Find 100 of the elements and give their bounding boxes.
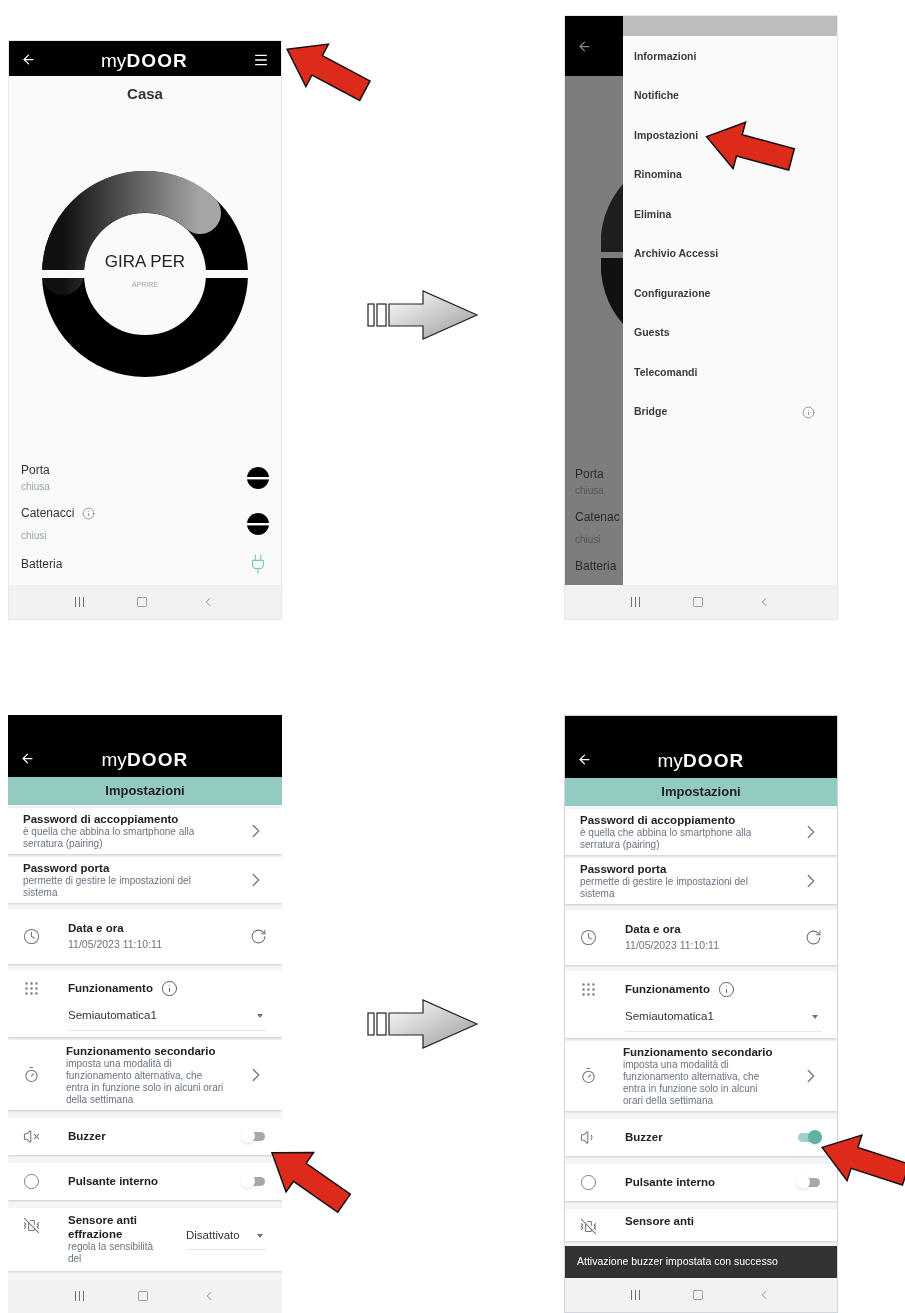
- app-logo: myDOOR: [101, 51, 188, 70]
- setting-title: Funzionamento: [68, 981, 153, 996]
- circle-icon: [580, 1173, 597, 1191]
- settings-card[interactable]: Data e ora 11/05/2023 11:10:11: [565, 910, 837, 965]
- vibration-off-icon: [580, 1218, 597, 1235]
- settings-card[interactable]: Password di accoppiamento è quella che abbina lo smartphone alla serratura (pairing): [565, 809, 837, 855]
- recent-apps-icon[interactable]: [631, 597, 641, 607]
- setting-title: Password di accoppiamento: [580, 813, 737, 827]
- menu-item[interactable]: Rinomina: [634, 167, 682, 184]
- status-label: Catenac: [575, 509, 621, 526]
- setting-title: Password porta: [580, 862, 668, 876]
- setting-description: imposta una modalità di funzionamento alternativa, che entra in funzione solo in alcuni orari della settimana: [66, 1057, 225, 1106]
- setting-description: permette di gestire le impostazioni del sistema: [580, 876, 749, 900]
- recent-apps-icon[interactable]: [74, 1291, 84, 1301]
- setting-title: Funzionamento: [625, 982, 710, 997]
- vibration-off-icon: [23, 1217, 40, 1234]
- menu-item[interactable]: Elimina: [634, 206, 672, 223]
- home-icon[interactable]: [136, 596, 149, 608]
- settings-card[interactable]: Data e ora 11/05/2023 11:10:11: [8, 909, 282, 964]
- recent-apps-icon[interactable]: [631, 1290, 641, 1300]
- setting-title: Sensore anti: [625, 1214, 696, 1228]
- caret-icon: [257, 1013, 263, 1018]
- dropdown-field[interactable]: Semiautomatica1: [625, 1008, 822, 1032]
- dropdown-field[interactable]: Semiautomatica1: [68, 1007, 267, 1031]
- dial-ring-drawing[interactable]: [42, 170, 248, 377]
- status-label: Batteria: [575, 558, 618, 575]
- setting-title: Pulsante interno: [625, 1174, 717, 1190]
- menu-item[interactable]: Telecomandi: [634, 364, 698, 381]
- setting-title: Buzzer: [625, 1129, 664, 1145]
- screen-title: Casa: [126, 84, 164, 104]
- timer-icon: [580, 1067, 597, 1084]
- app-logo: myDOOR: [101, 750, 189, 769]
- setting-title: Data e ora: [625, 922, 682, 937]
- clock-icon: [580, 929, 597, 946]
- setting-title: Sensore anti effrazione: [68, 1213, 139, 1241]
- status-label: Batteria: [21, 556, 63, 573]
- menu-item[interactable]: Configurazione: [634, 285, 711, 302]
- settings-card[interactable]: Funzionamento secondario imposta una modalità di funzionamento alternativa, che entra in funzione solo in alcuni orari della settimana: [8, 1039, 282, 1110]
- toggle-switch[interactable]: [241, 1174, 267, 1189]
- setting-value: 11/05/2023 11:10:11: [625, 938, 720, 954]
- status-label: Catenacci: [21, 505, 75, 522]
- menu-item[interactable]: Impostazioni: [634, 127, 699, 144]
- home-icon[interactable]: [692, 596, 705, 608]
- setting-title: Funzionamento secondario: [623, 1044, 774, 1059]
- setting-description: è quella che abbina lo smartphone alla serratura (pairing): [580, 827, 753, 851]
- toggle-switch[interactable]: [796, 1130, 822, 1145]
- setting-title: Buzzer: [68, 1128, 107, 1144]
- flow-arrow-icon: [367, 290, 479, 340]
- setting-title: Funzionamento secondario: [66, 1043, 217, 1058]
- menu-item[interactable]: Archivio Accessi: [634, 246, 719, 263]
- info-icon[interactable]: [802, 405, 815, 419]
- setting-title: Password di accoppiamento: [23, 812, 180, 826]
- refresh-icon[interactable]: [250, 928, 267, 945]
- menu-item[interactable]: Bridge: [634, 404, 668, 421]
- home-icon[interactable]: [136, 1290, 149, 1302]
- speaker-muted-icon: [23, 1127, 40, 1145]
- status-value: chiusa: [21, 480, 50, 494]
- clock-icon: [23, 928, 40, 945]
- menu-icon[interactable]: [253, 52, 269, 68]
- menu-item[interactable]: Guests: [634, 325, 670, 342]
- dot-grid-icon: [23, 980, 40, 998]
- dot-grid-icon: [580, 981, 597, 999]
- menu-item[interactable]: Informazioni: [634, 48, 697, 65]
- setting-description: imposta una modalità di funzionamento alternativa, che entra in funzione solo in alcuni orari della settimana: [623, 1058, 761, 1107]
- settings-card[interactable]: Password porta permette di gestire le impostazioni del sistema: [565, 858, 837, 904]
- snackbar: Attivazione buzzer impostata con successo: [565, 1246, 837, 1278]
- recent-apps-icon[interactable]: [75, 597, 85, 607]
- status-label: Porta: [575, 466, 605, 483]
- app-logo: myDOOR: [657, 751, 745, 770]
- info-icon[interactable]: [160, 980, 178, 998]
- caret-icon: [257, 1233, 263, 1238]
- setting-title: Password porta: [23, 861, 111, 875]
- info-icon[interactable]: [82, 506, 96, 520]
- back-arrow-icon[interactable]: [21, 52, 36, 67]
- section-title: Impostazioni: [105, 782, 185, 801]
- info-icon[interactable]: [717, 981, 735, 999]
- setting-title: Data e ora: [68, 921, 125, 936]
- dropdown-field[interactable]: Disattivato: [186, 1227, 267, 1251]
- setting-description: permette di gestire le impostazioni del sistema: [23, 875, 192, 899]
- settings-card[interactable]: Password porta permette di gestire le impostazioni del sistema: [8, 857, 282, 903]
- setting-value: 11/05/2023 11:10:11: [68, 937, 163, 953]
- flow-arrow-icon: [367, 999, 479, 1049]
- timer-icon: [23, 1066, 40, 1083]
- section-title: Impostazioni: [661, 783, 741, 802]
- menu-item[interactable]: Notifiche: [634, 88, 679, 105]
- circle-icon: [23, 1172, 40, 1190]
- setting-title: Pulsante interno: [68, 1173, 160, 1189]
- dial-label: GIRA PER: [104, 252, 186, 270]
- status-value: chiusi: [21, 529, 48, 543]
- lock-status-icon: [247, 512, 269, 535]
- refresh-icon[interactable]: [805, 929, 822, 946]
- toggle-switch[interactable]: [241, 1129, 267, 1144]
- lock-status-icon: [247, 466, 269, 489]
- caret-icon: [812, 1014, 818, 1019]
- setting-description: regola la sensibilità del: [68, 1241, 155, 1265]
- toggle-switch[interactable]: [796, 1175, 822, 1190]
- settings-card[interactable]: Funzionamento secondario imposta una modalità di funzionamento alternativa, che entra in funzione solo in alcuni orari della settimana: [565, 1040, 837, 1111]
- setting-description: è quella che abbina lo smartphone alla serratura (pairing): [23, 826, 196, 850]
- home-icon[interactable]: [692, 1289, 705, 1301]
- settings-card[interactable]: Password di accoppiamento è quella che abbina lo smartphone alla serratura (pairing): [8, 808, 282, 854]
